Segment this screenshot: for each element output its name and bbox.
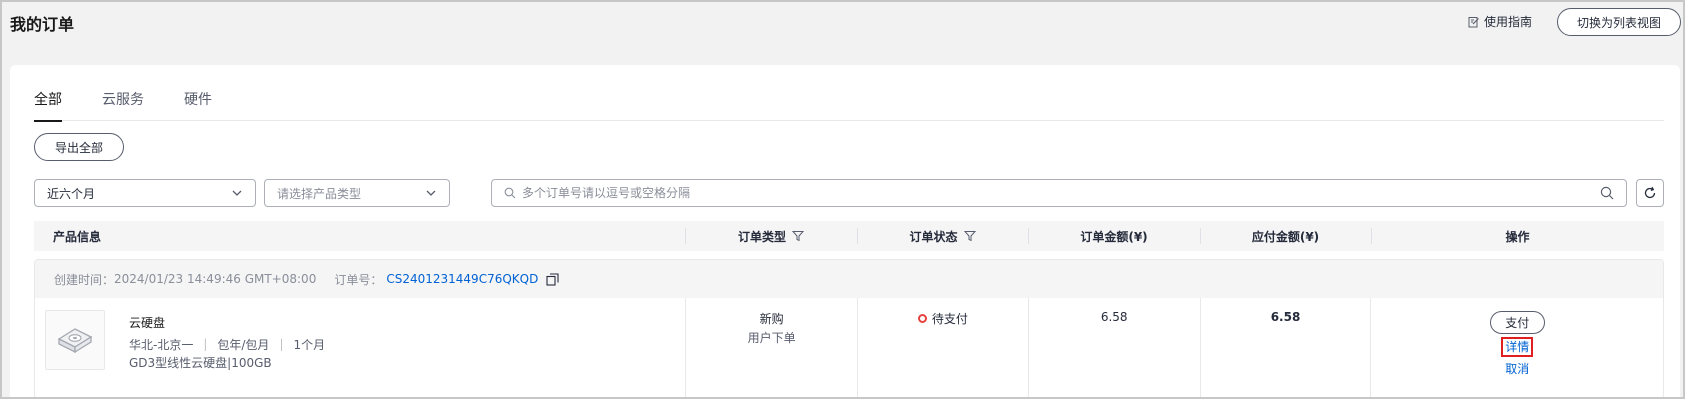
orders-table-header: 产品信息 订单类型 订单状态 订单金额(¥) 应付金额(¥) 操作	[34, 221, 1664, 251]
created-time-value: 2024/01/23 14:49:46 GMT+08:00	[114, 272, 317, 286]
created-time-label: 创建时间：	[54, 272, 115, 287]
switch-to-list-view-button[interactable]: 切换为列表视图	[1557, 8, 1681, 36]
order-meta-row: 创建时间： 2024/01/23 14:49:46 GMT+08:00 订单号：…	[35, 260, 1663, 298]
column-product-label: 产品信息	[53, 229, 102, 244]
time-range-select[interactable]: 近六个月	[34, 179, 256, 207]
filter-icon[interactable]	[963, 230, 976, 242]
column-order-type: 订单类型	[685, 221, 857, 251]
refresh-button[interactable]	[1636, 179, 1664, 207]
product-name: 云硬盘	[129, 316, 166, 330]
order-amount-cell: 6.58	[1027, 298, 1200, 397]
column-order-status: 订单状态	[857, 221, 1028, 251]
status-badge: 待支付	[917, 310, 968, 327]
product-spec: GD3型线性云硬盘|100GB	[129, 356, 272, 370]
product-type-select[interactable]: 请选择产品类型	[264, 179, 450, 207]
column-order-status-label: 订单状态	[909, 229, 958, 244]
column-order-amount: 订单金额(¥)	[1028, 221, 1200, 251]
tab-cloud-services[interactable]: 云服务	[102, 89, 144, 121]
page-frame: 我的订单 使用指南 切换为列表视图 全部 云服务 硬件 导出全部 近六个月 请选…	[0, 0, 1685, 399]
search-icon	[504, 187, 516, 199]
column-payable-amount-label: 应付金额(¥)	[1251, 229, 1320, 244]
product-cell: 云硬盘 华北-北京一 | 包年/包月 | 1个月 GD3型线性云硬盘|100GB	[35, 298, 685, 397]
order-amount-value: 6.58	[1100, 310, 1128, 324]
user-guide-label: 使用指南	[1484, 15, 1533, 29]
order-item-row: 云硬盘 华北-北京一 | 包年/包月 | 1个月 GD3型线性云硬盘|100GB	[35, 298, 1663, 397]
order-card: 创建时间： 2024/01/23 14:49:46 GMT+08:00 订单号：…	[34, 259, 1664, 397]
order-search-box[interactable]	[491, 179, 1627, 207]
cloud-disk-icon	[57, 328, 93, 354]
copy-icon[interactable]	[546, 272, 559, 286]
order-type-value: 新购	[759, 312, 784, 326]
page-title: 我的订单	[10, 15, 75, 34]
search-icon[interactable]	[1600, 186, 1614, 200]
edit-guide-icon	[1468, 16, 1479, 27]
time-range-value: 近六个月	[47, 186, 96, 201]
chevron-down-icon	[426, 190, 436, 196]
tab-hardware[interactable]: 硬件	[184, 89, 212, 121]
payable-amount-cell: 6.58	[1199, 298, 1371, 397]
order-source-value: 用户下单	[747, 331, 796, 345]
product-type-placeholder: 请选择产品类型	[277, 186, 362, 201]
cloud-disk-image	[45, 310, 105, 370]
column-payable-amount: 应付金额(¥)	[1200, 221, 1371, 251]
order-search-input[interactable]	[522, 186, 1600, 200]
order-no-link[interactable]: CS2401231449C76QKQD	[386, 272, 538, 286]
order-tabs: 全部 云服务 硬件	[34, 89, 1664, 122]
pending-status-icon	[917, 314, 927, 323]
user-guide-link[interactable]: 使用指南	[1468, 13, 1532, 30]
payable-amount-value: 6.58	[1270, 310, 1301, 324]
column-order-type-label: 订单类型	[737, 229, 786, 244]
column-actions-label: 操作	[1505, 229, 1530, 244]
export-all-button[interactable]: 导出全部	[34, 133, 124, 161]
order-status-cell: 待支付	[857, 298, 1028, 397]
column-order-amount-label: 订单金额(¥)	[1080, 229, 1148, 244]
details-link[interactable]: 详情	[1501, 337, 1534, 357]
column-actions: 操作	[1371, 221, 1664, 251]
product-duration: 1个月	[293, 337, 326, 352]
pay-button[interactable]: 支付	[1489, 311, 1545, 334]
order-type-cell: 新购 用户下单	[685, 298, 857, 397]
order-status-value: 待支付	[931, 312, 968, 326]
refresh-icon	[1644, 186, 1656, 199]
product-billing-mode: 包年/包月	[217, 337, 270, 352]
order-no-label: 订单号：	[334, 272, 383, 287]
column-product: 产品信息	[34, 221, 685, 251]
chevron-down-icon	[232, 190, 242, 196]
tab-all[interactable]: 全部	[34, 89, 62, 122]
cancel-link[interactable]: 取消	[1505, 360, 1529, 377]
filter-icon[interactable]	[792, 230, 804, 242]
orders-card: 全部 云服务 硬件 导出全部 近六个月 请选择产品类型 多个订单号请以逗号或空格…	[10, 65, 1680, 397]
actions-cell: 支付 详情 取消	[1370, 298, 1663, 397]
product-region: 华北-北京一	[129, 337, 194, 352]
